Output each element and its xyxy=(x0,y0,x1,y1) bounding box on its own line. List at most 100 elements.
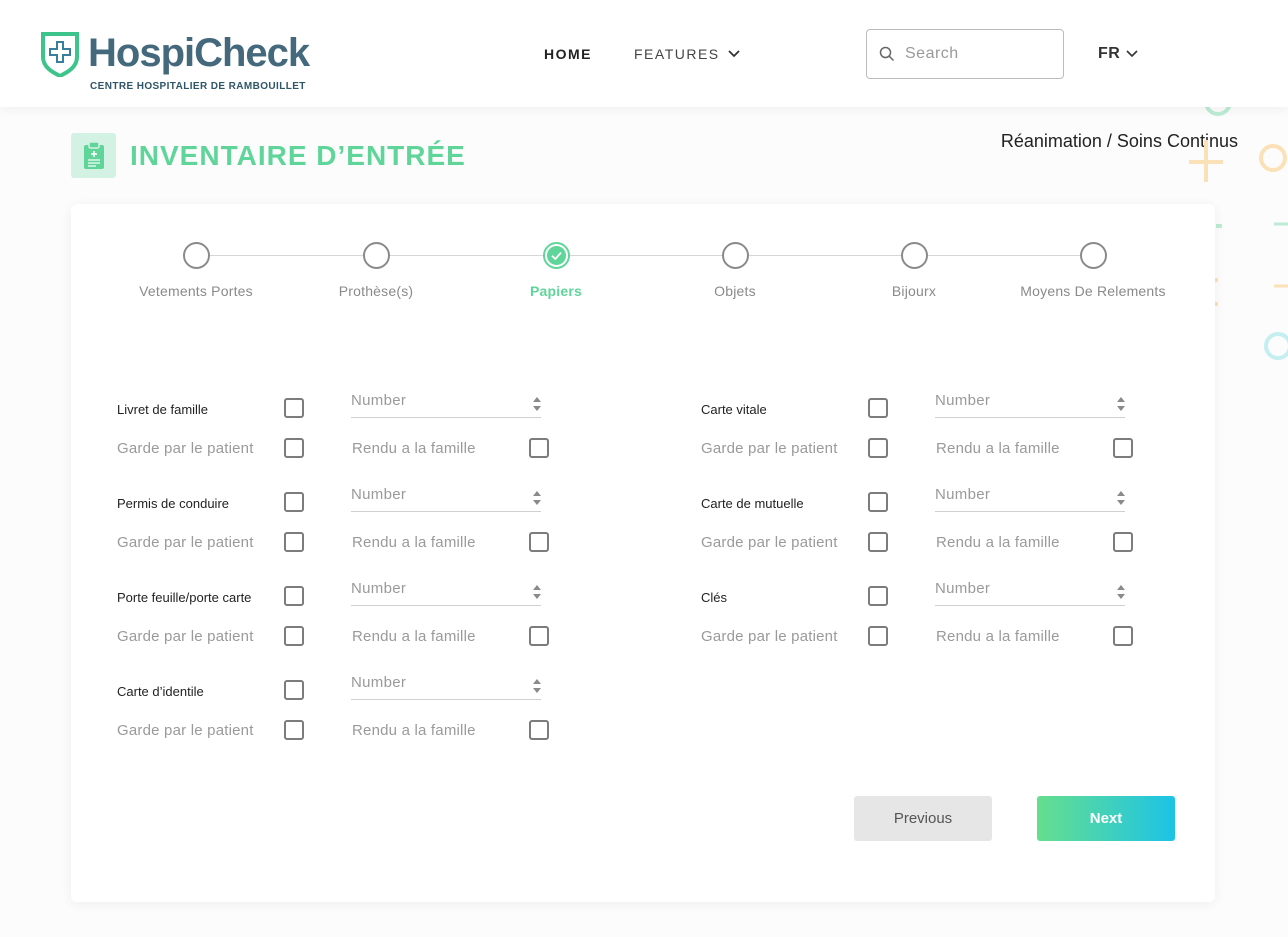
status-row: Garde par le patient Rendu a la famille xyxy=(701,532,1141,556)
search-input[interactable] xyxy=(905,45,1045,63)
spinner-arrows-icon[interactable] xyxy=(533,584,541,600)
nav-home[interactable]: HOME xyxy=(544,46,592,62)
item-label: Carte vitale xyxy=(701,402,767,417)
step-label: Moyens De Relements xyxy=(1020,283,1166,299)
returned-label: Rendu a la famille xyxy=(936,440,1060,457)
kept-label: Garde par le patient xyxy=(117,628,254,645)
item-group-cles: Clés Garde par le patient Rendu a la fam… xyxy=(701,580,1141,656)
item-checkbox[interactable] xyxy=(868,398,888,418)
step-objets[interactable]: Objets xyxy=(645,242,825,299)
spinner-arrows-icon[interactable] xyxy=(1117,490,1125,506)
kept-checkbox[interactable] xyxy=(868,532,888,552)
returned-checkbox[interactable] xyxy=(529,626,549,646)
spinner-arrows-icon[interactable] xyxy=(1117,396,1125,412)
step-vetements-portes[interactable]: Vetements Portes xyxy=(106,242,286,299)
kept-label: Garde par le patient xyxy=(117,722,254,739)
kept-checkbox[interactable] xyxy=(868,438,888,458)
kept-checkbox[interactable] xyxy=(284,626,304,646)
spinner-arrows-icon[interactable] xyxy=(533,490,541,506)
search-box[interactable] xyxy=(866,29,1064,79)
returned-checkbox[interactable] xyxy=(529,438,549,458)
status-row: Garde par le patient Rendu a la famille xyxy=(701,626,1141,650)
number-input[interactable] xyxy=(935,486,1105,503)
item-checkbox[interactable] xyxy=(284,492,304,512)
item-checkbox[interactable] xyxy=(868,586,888,606)
number-field[interactable] xyxy=(935,580,1125,606)
clipboard-icon xyxy=(71,133,116,178)
previous-button[interactable]: Previous xyxy=(854,796,992,841)
item-row: Permis de conduire xyxy=(117,486,557,516)
kept-checkbox[interactable] xyxy=(284,532,304,552)
item-group-carte-identite: Carte d’identile Garde par le patient Re… xyxy=(117,674,557,750)
returned-label: Rendu a la famille xyxy=(936,628,1060,645)
number-input[interactable] xyxy=(351,486,521,503)
number-input[interactable] xyxy=(351,392,521,409)
kept-label: Garde par le patient xyxy=(117,534,254,551)
item-label: Carte d’identile xyxy=(117,684,204,699)
chevron-down-icon xyxy=(1126,50,1138,58)
stepper: Vetements Portes Prothèse(s) Papiers Obj… xyxy=(71,204,1215,324)
item-checkbox[interactable] xyxy=(284,586,304,606)
returned-label: Rendu a la famille xyxy=(352,628,476,645)
step-papiers[interactable]: Papiers xyxy=(466,242,646,299)
page-title: INVENTAIRE D’ENTRÉE xyxy=(130,140,466,171)
step-label: Prothèse(s) xyxy=(338,283,414,299)
number-field[interactable] xyxy=(351,580,541,606)
item-group-livret-de-famille: Livret de famille Garde par le patient R… xyxy=(117,392,557,468)
returned-checkbox[interactable] xyxy=(1113,626,1133,646)
item-row: Carte de mutuelle xyxy=(701,486,1141,516)
spinner-arrows-icon[interactable] xyxy=(533,678,541,694)
nav-features[interactable]: FEATURES xyxy=(634,46,740,62)
step-label: Objets xyxy=(714,283,756,299)
returned-checkbox[interactable] xyxy=(1113,532,1133,552)
check-circle-icon xyxy=(546,246,566,265)
item-label: Permis de conduire xyxy=(117,496,229,511)
kept-checkbox[interactable] xyxy=(284,720,304,740)
number-field[interactable] xyxy=(351,392,541,418)
number-input[interactable] xyxy=(351,580,521,597)
item-group-carte-vitale: Carte vitale Garde par le patient Rendu … xyxy=(701,392,1141,468)
nav-features-label: FEATURES xyxy=(634,46,720,62)
returned-label: Rendu a la famille xyxy=(936,534,1060,551)
item-row: Livret de famille xyxy=(117,392,557,422)
number-input[interactable] xyxy=(351,674,521,691)
language-selector[interactable]: FR xyxy=(1098,45,1138,63)
item-row: Clés xyxy=(701,580,1141,610)
spinner-arrows-icon[interactable] xyxy=(1117,584,1125,600)
logo[interactable]: HospiCheck CENTRE HOSPITALIER DE RAMBOUI… xyxy=(40,30,320,94)
status-row: Garde par le patient Rendu a la famille xyxy=(117,720,557,744)
returned-checkbox[interactable] xyxy=(529,532,549,552)
number-field[interactable] xyxy=(935,392,1125,418)
item-group-permis-de-conduire: Permis de conduire Garde par le patient … xyxy=(117,486,557,562)
item-label: Livret de famille xyxy=(117,402,209,417)
step-protheses[interactable]: Prothèse(s) xyxy=(286,242,466,299)
step-circle xyxy=(542,242,570,269)
status-row: Garde par le patient Rendu a la famille xyxy=(117,626,557,650)
item-checkbox[interactable] xyxy=(284,398,304,418)
number-input[interactable] xyxy=(935,580,1105,597)
item-checkbox[interactable] xyxy=(868,492,888,512)
next-button[interactable]: Next xyxy=(1037,796,1175,841)
step-circle xyxy=(900,242,928,269)
step-moyens-de-relements[interactable]: Moyens De Relements xyxy=(1003,242,1183,299)
logo-subtitle: CENTRE HOSPITALIER DE RAMBOUILLET xyxy=(90,81,306,92)
kept-checkbox[interactable] xyxy=(284,438,304,458)
kept-label: Garde par le patient xyxy=(117,440,254,457)
number-field[interactable] xyxy=(351,486,541,512)
kept-checkbox[interactable] xyxy=(868,626,888,646)
step-circle xyxy=(362,242,390,269)
step-circle xyxy=(182,242,210,269)
item-checkbox[interactable] xyxy=(284,680,304,700)
item-group-porte-feuille: Porte feuille/porte carte Garde par le p… xyxy=(117,580,557,656)
number-field[interactable] xyxy=(935,486,1125,512)
step-bijoux[interactable]: Bijourx xyxy=(824,242,1004,299)
number-field[interactable] xyxy=(351,674,541,700)
number-input[interactable] xyxy=(935,392,1105,409)
step-label: Bijourx xyxy=(891,283,937,299)
spinner-arrows-icon[interactable] xyxy=(533,396,541,412)
kept-label: Garde par le patient xyxy=(701,440,838,457)
status-row: Garde par le patient Rendu a la famille xyxy=(117,438,557,462)
returned-checkbox[interactable] xyxy=(529,720,549,740)
returned-checkbox[interactable] xyxy=(1113,438,1133,458)
step-circle xyxy=(721,242,749,269)
